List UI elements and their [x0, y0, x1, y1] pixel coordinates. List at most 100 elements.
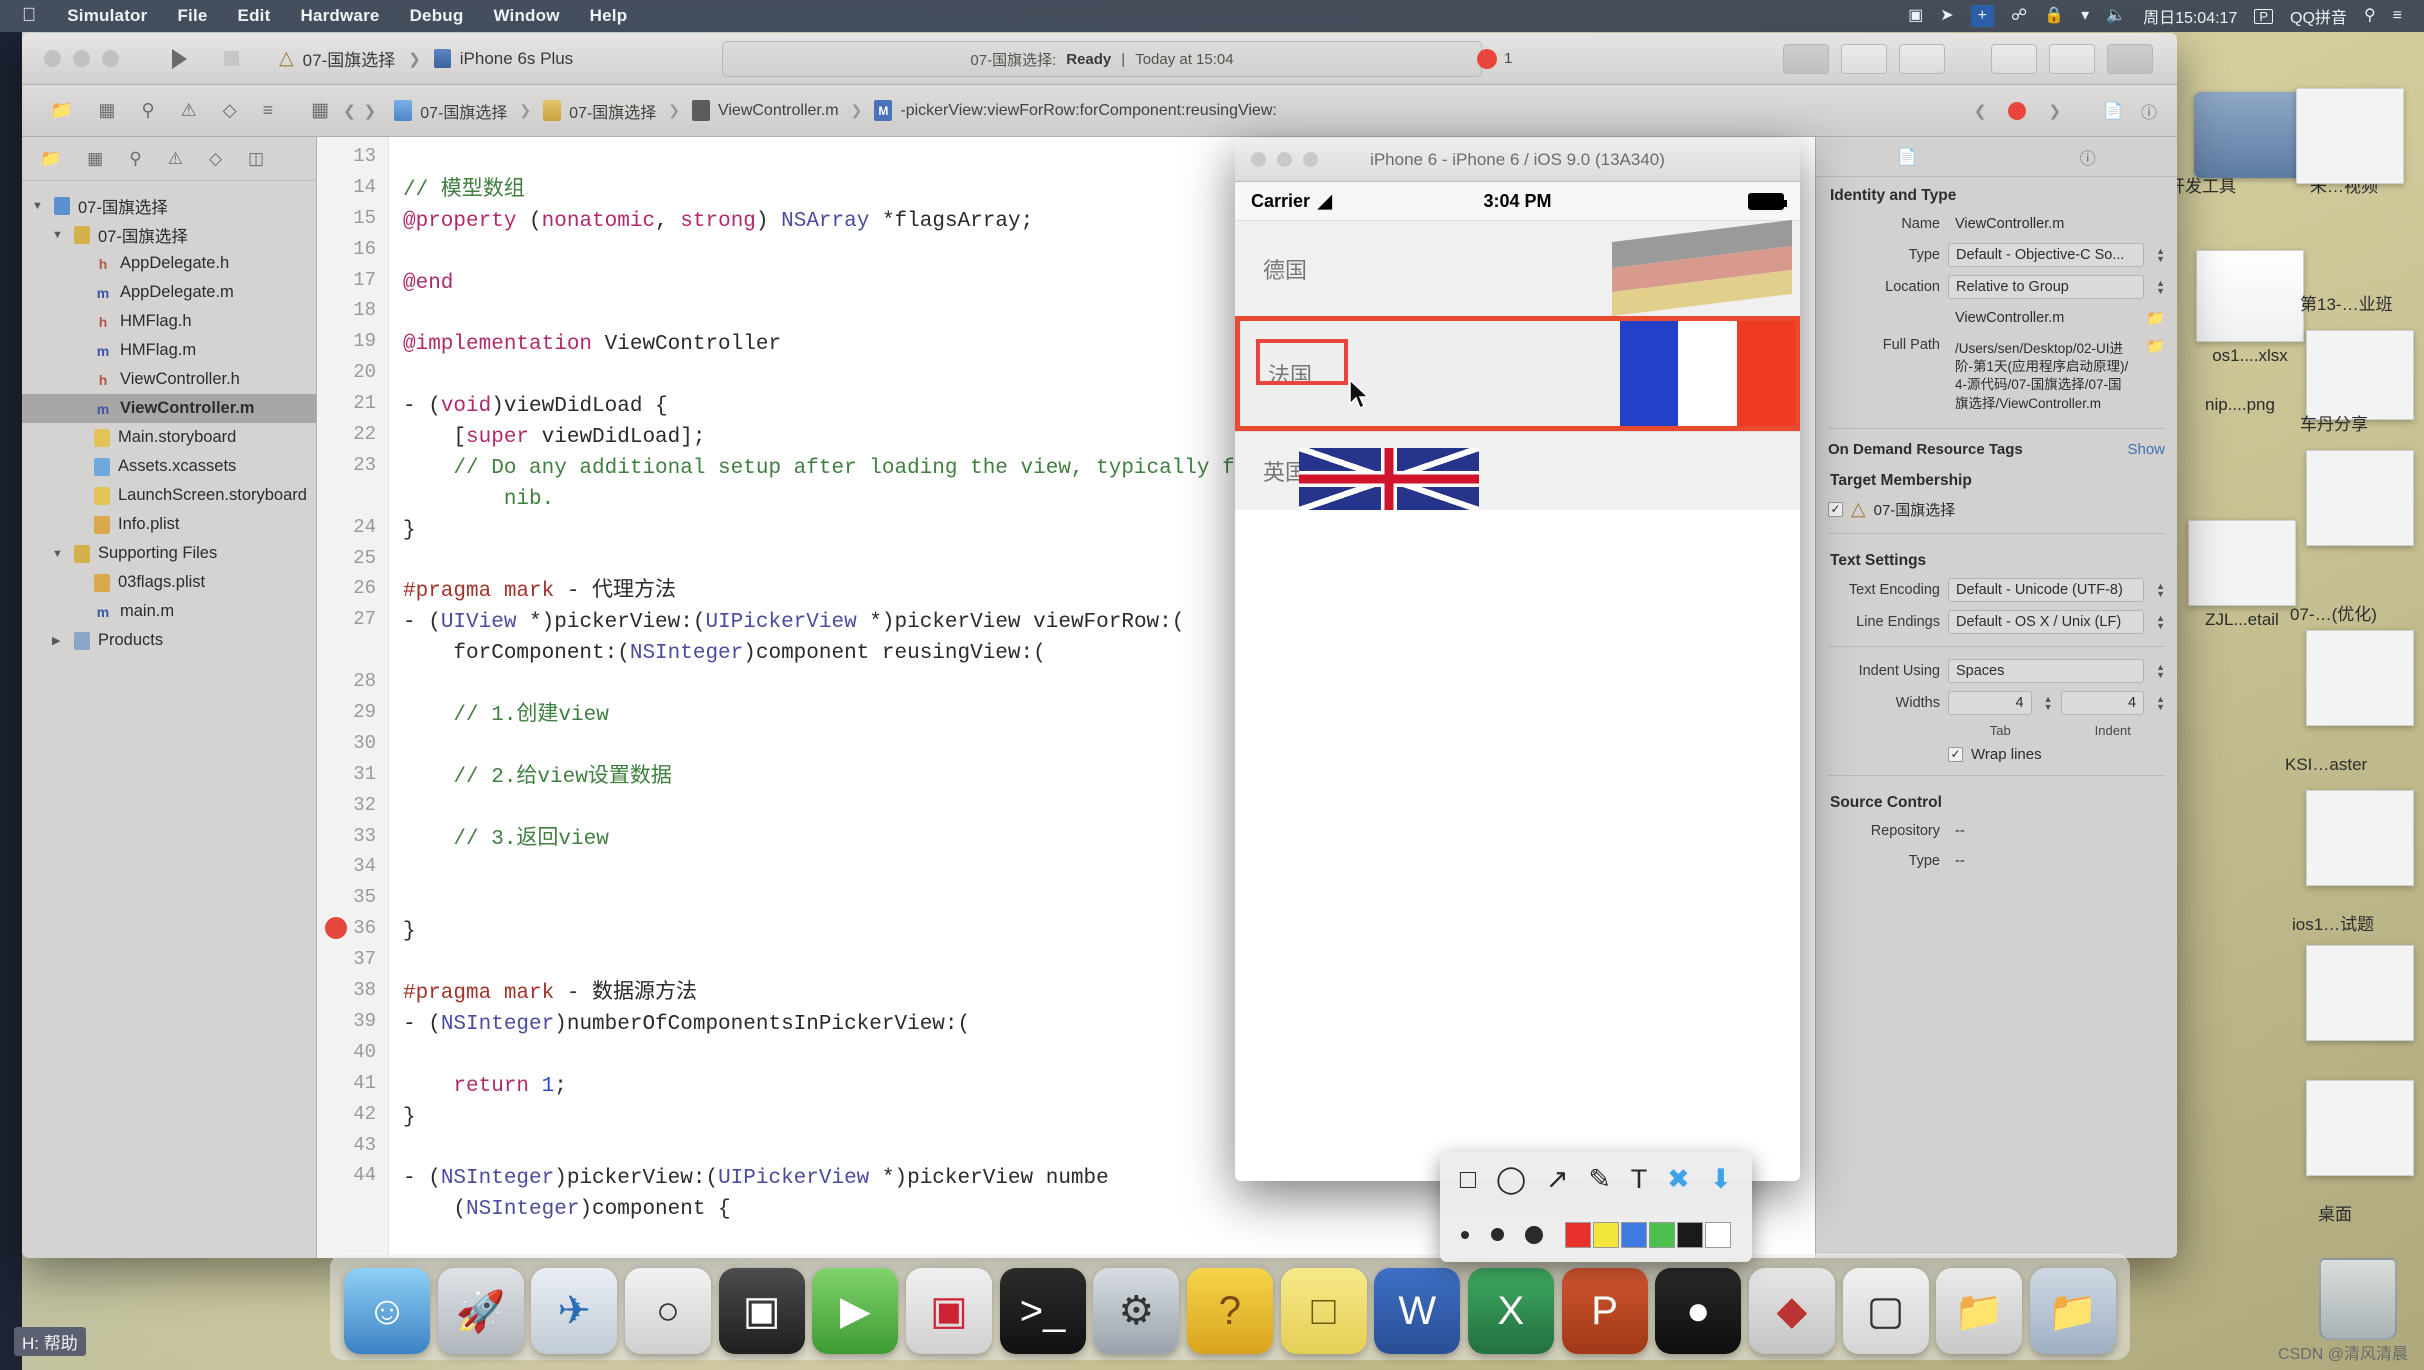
file-tree-row[interactable]: Main.storyboard	[22, 423, 316, 452]
menu-item-debug[interactable]: Debug	[395, 6, 479, 26]
dock-item-folder-1[interactable]: 📁	[1936, 1268, 2023, 1354]
name-row[interactable]: Name ViewController.m	[1816, 209, 2177, 239]
menu-item-file[interactable]: File	[162, 6, 222, 26]
report-icon[interactable]: ◫	[248, 149, 264, 169]
picker-row-0[interactable]: 德国	[1235, 220, 1800, 317]
encoding-row[interactable]: Text Encoding Default - Unicode (UTF-8) …	[1816, 574, 2177, 606]
file-tree-row[interactable]: 03flags.plist	[22, 568, 316, 597]
error-icon[interactable]	[2008, 101, 2027, 120]
color-black[interactable]	[1677, 1221, 1704, 1248]
file-tree-row[interactable]: Assets.xcassets	[22, 452, 316, 481]
annotation-toolbar[interactable]: □ ◯ ↗ ✎ T ✖ ⬇	[1440, 1152, 1752, 1262]
dock-item-stickies[interactable]: □	[1280, 1268, 1367, 1354]
next-issue-button[interactable]: ❯	[2048, 102, 2061, 120]
disclosure-triangle-icon[interactable]: ▼	[32, 200, 46, 212]
standard-editor-button[interactable]	[1783, 43, 1829, 74]
wrap-lines-checkbox[interactable]: ✓	[1948, 746, 1963, 762]
volume-icon[interactable]: 🔈	[2106, 8, 2126, 24]
ellipse-icon[interactable]: ◯	[1496, 1164, 1526, 1195]
bluetooth-icon[interactable]: ☍	[2011, 8, 2027, 24]
wrap-row[interactable]: ✓ Wrap lines	[1816, 742, 2177, 767]
menu-item-edit[interactable]: Edit	[223, 6, 286, 26]
dock-item-word[interactable]: W	[1374, 1268, 1461, 1354]
ios-app-screen[interactable]: 德国 法国 英国	[1235, 220, 1800, 1181]
breadcrumb-item-2[interactable]: ViewController.m	[718, 102, 839, 120]
chevron-updown-icon[interactable]: ▲ ▼	[2156, 247, 2165, 264]
file-tree-row[interactable]: Info.plist	[22, 510, 316, 539]
file-tree-row[interactable]: h AppDelegate.h	[22, 249, 316, 278]
color-blue[interactable]	[1621, 1221, 1648, 1248]
target-item-row[interactable]: ✓ △ 07-国旗选择	[1816, 494, 2177, 525]
breadcrumb-item-1[interactable]: 07-国旗选择	[569, 99, 656, 123]
file-tree-row[interactable]: m ViewController.m	[22, 394, 316, 423]
breadcrumb-item-0[interactable]: 07-国旗选择	[420, 99, 507, 123]
dock-item-finder[interactable]: ☺	[344, 1268, 430, 1354]
file-tree-row[interactable]: ▼ 07-国旗选择	[22, 220, 316, 249]
navigator-jump-icons[interactable]: 📁 ▦ ⚲ ⚠ ◇ ≡	[22, 100, 301, 121]
flag-picker-view[interactable]: 德国 法国 英国	[1235, 220, 1800, 510]
toggle-navigator-button[interactable]	[1991, 43, 2037, 74]
chevron-updown-icon[interactable]: ▲ ▼	[2156, 613, 2165, 630]
project-navigator[interactable]: 📁 ▦ ⚲ ⚠ ◇ ◫ ▼ 07-国旗选择 ▼ 07-国旗选择 h AppDelegate…	[22, 137, 317, 1258]
folder-icon[interactable]: 📁	[40, 149, 61, 169]
encoding-value[interactable]: Default - Unicode (UTF-8)	[1948, 577, 2145, 602]
file-inspector[interactable]: 📄 ⓘ Identity and Type Name ViewControlle…	[1815, 137, 2177, 1258]
menubar-clock[interactable]: 周日15:04:17	[2143, 4, 2237, 28]
screen-record-icon[interactable]: ▣	[1908, 8, 1923, 24]
close-window-button[interactable]	[44, 50, 61, 67]
file-tree[interactable]: ▼ 07-国旗选择 ▼ 07-国旗选择 h AppDelegate.h m AppDelega…	[22, 181, 316, 665]
breadcrumb-item-3[interactable]: -pickerView:viewForRow:forComponent:reus…	[900, 102, 1276, 120]
file-tree-row[interactable]: LaunchScreen.storyboard	[22, 481, 316, 510]
apple-menu-icon[interactable]: 	[0, 5, 52, 27]
window-traffic-lights[interactable]	[22, 50, 119, 67]
editor-view-toggles[interactable]	[1783, 43, 2153, 74]
plus-status-icon[interactable]: +	[1970, 5, 1994, 27]
file-tree-row[interactable]: ▶ Products	[22, 626, 316, 655]
menu-item-hardware[interactable]: Hardware	[285, 6, 394, 26]
tab-file-inspector[interactable]: 📄	[1897, 147, 1917, 167]
maximize-window-button[interactable]	[102, 50, 119, 67]
disclosure-triangle-icon[interactable]: ▶	[52, 634, 66, 647]
download-icon[interactable]: ⬇	[1709, 1164, 1732, 1195]
color-swatches[interactable]	[1565, 1221, 1732, 1248]
grid-toggle-icon[interactable]: ▦	[301, 99, 339, 122]
indent-width-input[interactable]: 4	[2060, 690, 2145, 715]
tab-quick-help[interactable]: ⓘ	[2080, 145, 2096, 169]
name-value[interactable]: ViewController.m	[1948, 213, 2165, 235]
search-icon[interactable]: ⚲	[2364, 8, 2376, 24]
grid-icon[interactable]: ▦	[98, 100, 115, 121]
run-button[interactable]	[153, 42, 205, 76]
dock-item-calendar[interactable]: ▣	[905, 1268, 992, 1354]
menu-item-help[interactable]: Help	[575, 6, 643, 26]
file-tree-row[interactable]: m main.m	[22, 597, 316, 626]
search-icon[interactable]: ⚲	[129, 149, 141, 169]
folder-picker-icon[interactable]: 📁	[2146, 337, 2165, 355]
tab-stepper[interactable]: ▲ ▼	[2044, 694, 2053, 711]
desktop-zjl-file[interactable]: ZJL...etail	[2172, 520, 2312, 630]
dock-item-folder-2[interactable]: 📁	[2029, 1268, 2116, 1354]
source-control-icon[interactable]: ▦	[87, 149, 103, 169]
dock-item-appstore[interactable]: ●	[1655, 1268, 1742, 1354]
arrow-icon[interactable]: ↗	[1546, 1164, 1569, 1195]
size-large-dot[interactable]	[1525, 1225, 1544, 1244]
inspector-help-icon[interactable]: ⓘ	[2141, 99, 2157, 123]
dock-item-photos[interactable]: ▣	[718, 1268, 805, 1354]
chevron-updown-icon[interactable]: ▲ ▼	[2156, 279, 2165, 296]
folder-picker-icon[interactable]: 📁	[2146, 309, 2165, 327]
macos-dock[interactable]: ☺ 🚀 ✈ ○ ▣ ▶ ▣ >_ ⚙ ? □ W X P ● ◆ ▢ 📁 📁	[330, 1254, 2130, 1360]
breakpoint-icon[interactable]: ◇	[209, 149, 222, 169]
color-green[interactable]	[1649, 1221, 1676, 1248]
desktop-file-1[interactable]	[2280, 88, 2420, 188]
lock-icon[interactable]: 🔒	[2044, 8, 2064, 24]
xcode-window[interactable]: △ 07-国旗选择 ❯ iPhone 6s Plus 07-国旗选择: Read…	[22, 33, 2177, 1258]
issue-badge[interactable]: 1	[1477, 48, 1512, 69]
wifi-icon[interactable]: ▾	[2081, 8, 2089, 24]
assistant-editor-button[interactable]	[1841, 43, 1887, 74]
forward-button[interactable]: ❯	[364, 102, 377, 120]
inspector-doc-icon[interactable]: 📄	[2103, 101, 2123, 121]
color-yellow[interactable]	[1593, 1221, 1620, 1248]
warning-icon[interactable]: ⚠	[168, 149, 183, 169]
input-method-label[interactable]: QQ拼音	[2290, 4, 2347, 28]
search-icon[interactable]: ⚲	[141, 100, 154, 121]
annotation-style-row[interactable]	[1440, 1207, 1752, 1262]
